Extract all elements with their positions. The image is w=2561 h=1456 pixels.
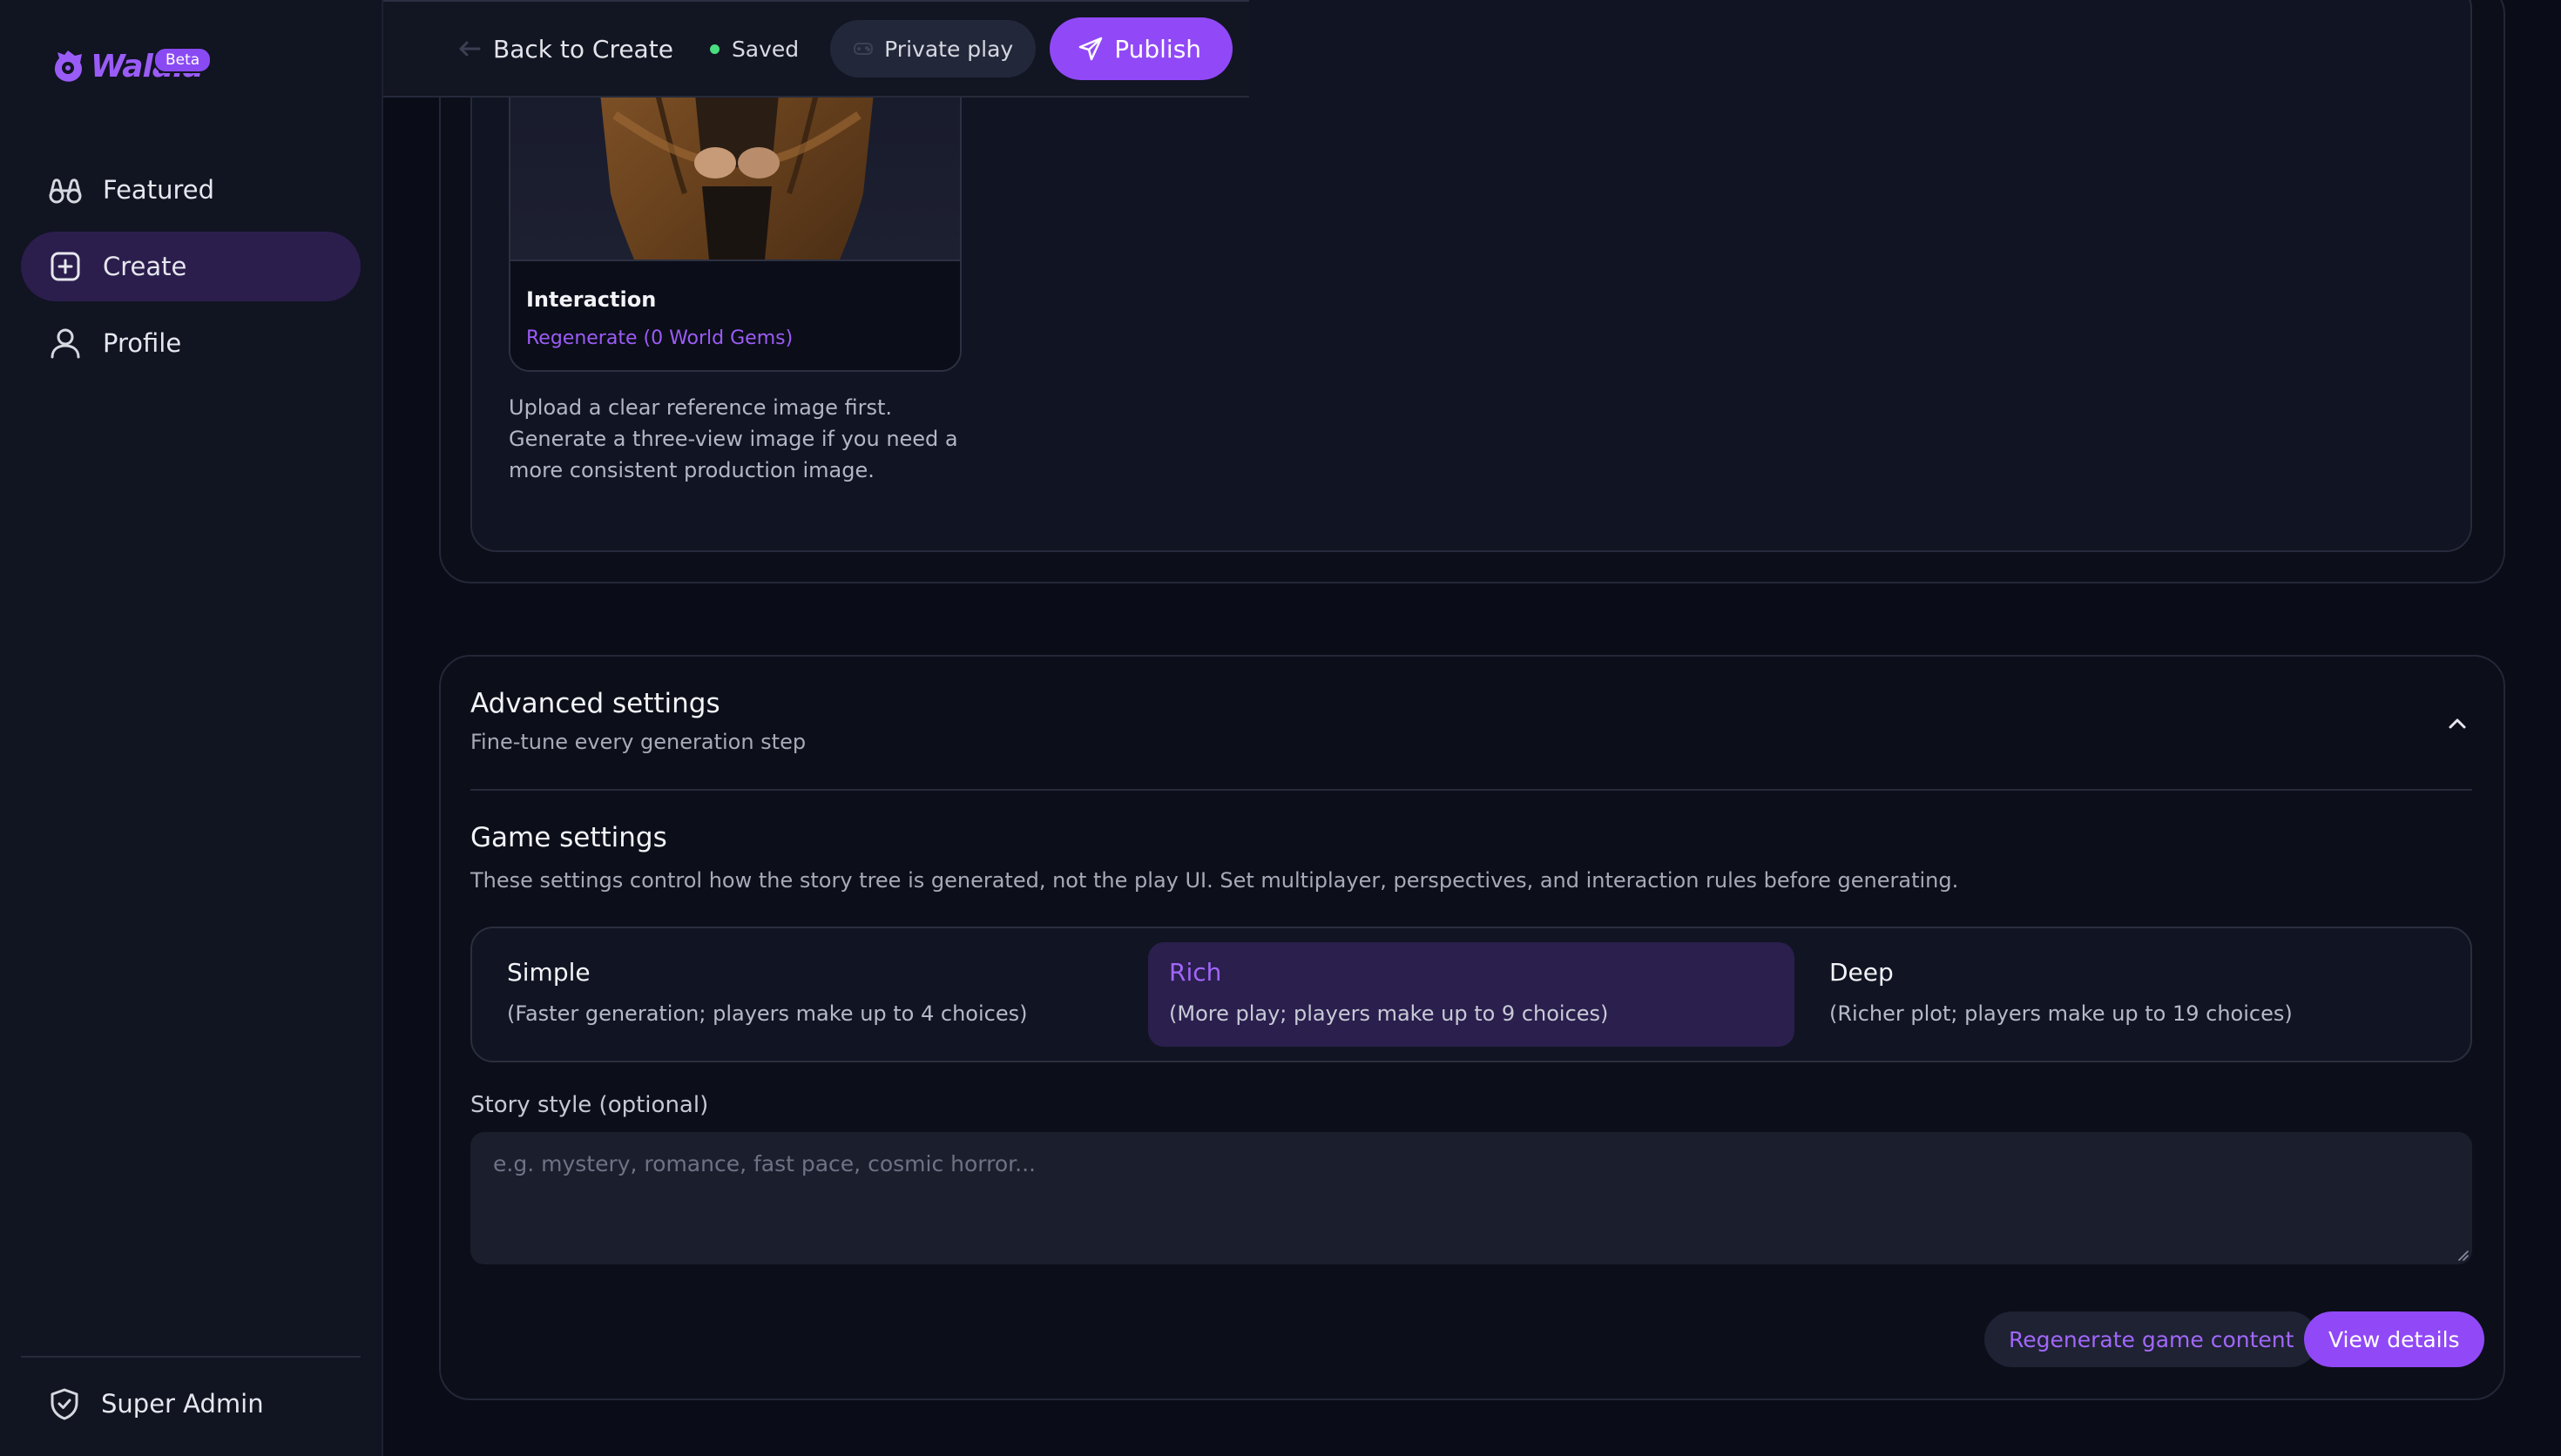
advanced-settings-subtitle: Fine-tune every generation step (470, 730, 807, 754)
user-icon (51, 328, 80, 359)
mode-option-rich[interactable]: Rich (More play; players make up to 9 ch… (1148, 942, 1794, 1047)
regenerate-image-link[interactable]: Regenerate (0 World Gems) (526, 327, 793, 349)
logo[interactable]: Walala Beta (49, 47, 213, 85)
shield-check-icon (51, 1388, 78, 1420)
story-style-label: Story style (optional) (470, 1092, 709, 1118)
saved-dot-icon (709, 44, 720, 54)
sidebar-item-label: Featured (103, 175, 214, 205)
super-admin-label: Super Admin (101, 1389, 264, 1419)
resize-handle-icon[interactable] (2455, 1247, 2469, 1261)
gamepad-icon (854, 43, 874, 55)
mode-name: Deep (1829, 958, 1894, 987)
save-status: Saved (709, 36, 800, 62)
back-label: Back to Create (493, 34, 673, 64)
app-root: Walala Beta Featured Create Profile Supe… (0, 0, 2561, 1456)
regenerate-game-content-button[interactable]: Regenerate game content (1984, 1311, 2319, 1367)
story-style-input[interactable] (470, 1132, 2472, 1264)
logo-mascot-icon (54, 51, 82, 82)
image-caption-title: Interaction (526, 287, 657, 312)
plus-square-icon (51, 252, 80, 281)
sidebar-nav: Featured Create Profile (21, 155, 361, 385)
sidebar-item-label: Create (103, 252, 187, 281)
binoculars-icon (49, 179, 82, 204)
publish-label: Publish (1114, 34, 1202, 64)
send-icon (1078, 37, 1103, 61)
chevron-up-icon[interactable] (2443, 709, 2472, 738)
top-action-bar: Back to Create Saved Private play Publis… (383, 0, 1249, 98)
depth-mode-selector: Simple (Faster generation; players make … (470, 927, 2472, 1062)
mode-description: (More play; players make up to 9 choices… (1169, 1001, 1609, 1026)
sidebar-item-featured[interactable]: Featured (21, 155, 361, 225)
sidebar-item-create[interactable]: Create (21, 232, 361, 301)
image-caption: Interaction Regenerate (0 World Gems) (510, 260, 960, 370)
sidebar-divider (21, 1356, 361, 1358)
mode-name: Simple (507, 958, 591, 987)
upload-hint-text: Upload a clear reference image first. Ge… (509, 395, 958, 482)
game-settings-title: Game settings (470, 822, 667, 853)
mode-description: (Richer plot; players make up to 19 choi… (1829, 1001, 2293, 1026)
view-details-button[interactable]: View details (2304, 1311, 2484, 1367)
publish-button[interactable]: Publish (1050, 17, 1233, 80)
mode-option-deep[interactable]: Deep (Richer plot; players make up to 19… (1810, 942, 2455, 1047)
sidebar: Walala Beta Featured Create Profile Supe… (0, 0, 383, 1456)
game-settings-description: These settings control how the story tre… (470, 868, 1959, 893)
private-play-button[interactable]: Private play (830, 20, 1037, 78)
saved-label: Saved (731, 36, 800, 62)
mode-description: (Faster generation; players make up to 4… (507, 1001, 1028, 1026)
sidebar-item-profile[interactable]: Profile (21, 308, 361, 378)
mode-name: Rich (1169, 958, 1222, 987)
advanced-divider (470, 789, 2472, 791)
mode-option-simple[interactable]: Simple (Faster generation; players make … (488, 942, 1132, 1047)
advanced-settings-title[interactable]: Advanced settings (470, 688, 720, 719)
back-to-create-link[interactable]: Back to Create (456, 35, 673, 64)
private-play-label: Private play (884, 36, 1014, 62)
sidebar-item-label: Profile (103, 328, 182, 358)
arrow-left-icon (459, 41, 481, 57)
sidebar-item-super-admin[interactable]: Super Admin (47, 1386, 264, 1421)
beta-badge: Beta (153, 47, 213, 73)
